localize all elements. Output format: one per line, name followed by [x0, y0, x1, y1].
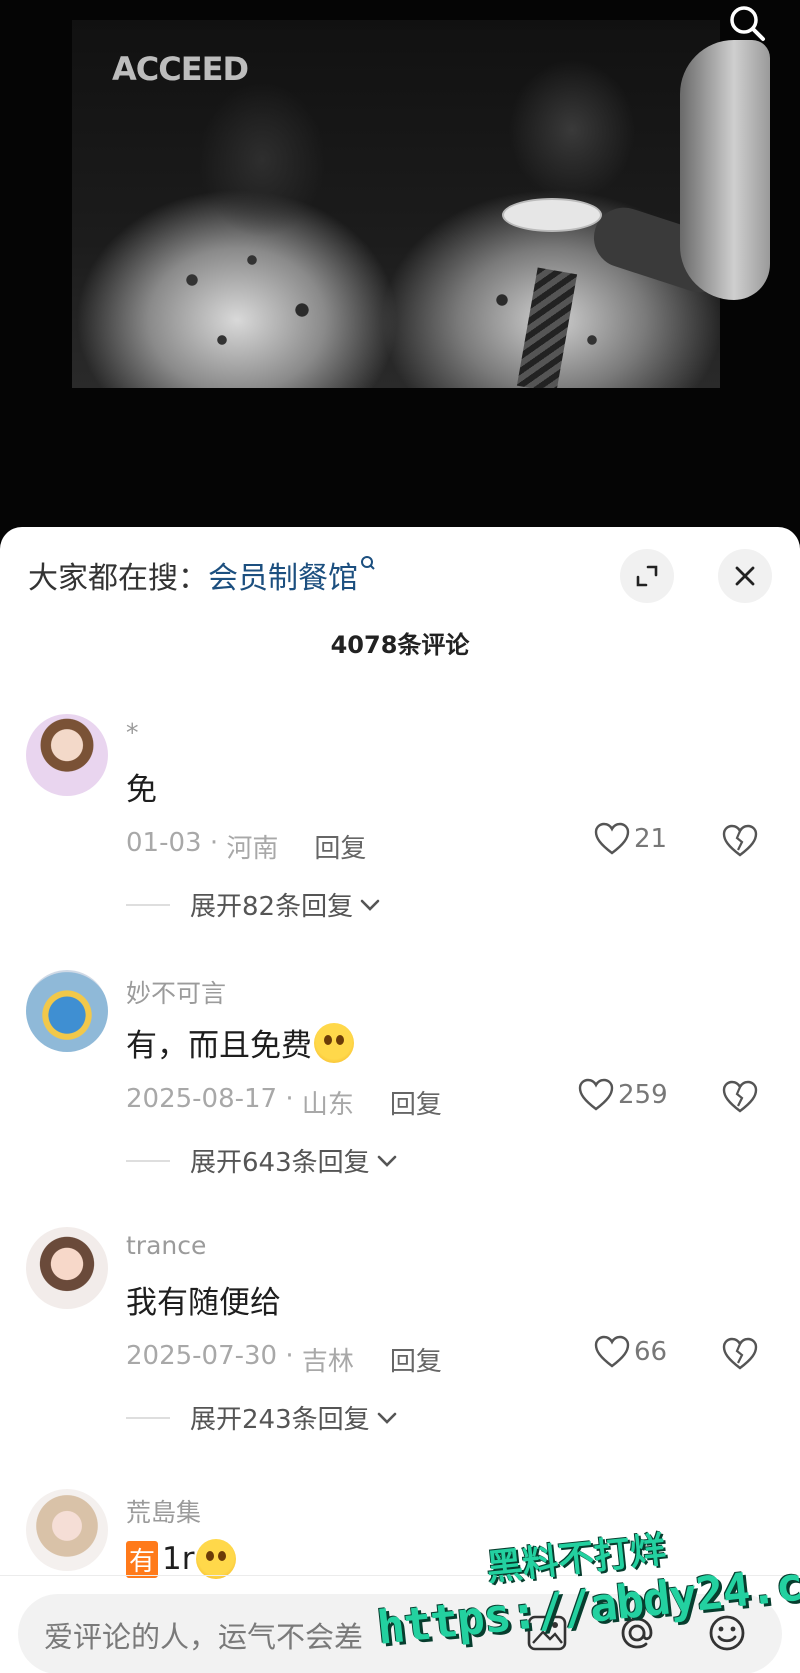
comment-text-body: 1r: [162, 1541, 195, 1577]
surprised-emoji-icon: [314, 1022, 354, 1063]
comment-input-placeholder: 爱评论的人，运气不会差: [44, 1620, 364, 1654]
emoji-face-icon: [709, 1615, 745, 1651]
mention-button[interactable]: [614, 1610, 660, 1656]
reply-button[interactable]: 回复: [314, 828, 366, 865]
dislike-button[interactable]: [722, 824, 758, 862]
close-icon: [735, 566, 755, 586]
comment-date: 2025-07-30: [126, 1341, 278, 1371]
comment-meta: 01-03 · 河南 回复: [126, 828, 366, 865]
expand-replies-label: 展开82条回复: [190, 892, 354, 922]
comment-item: 荒島集 有 1r: [0, 1489, 800, 1589]
broken-heart-icon: [722, 1337, 758, 1370]
heart-icon: [594, 822, 630, 855]
comment-sheet: 大家都在搜： 会员制餐馆 4078条评论 * 免 01-03 · 河南 回复 2…: [0, 527, 800, 1673]
comment-username[interactable]: 妙不可言: [126, 974, 226, 1010]
comment-location: 山东: [301, 1090, 354, 1120]
image-icon: [527, 1615, 567, 1651]
divider-line: [126, 903, 170, 906]
search-icon: [730, 6, 765, 41]
comment-username[interactable]: *: [126, 718, 139, 747]
image-button[interactable]: [524, 1610, 570, 1656]
search-button[interactable]: [720, 0, 774, 46]
chevron-down-icon: [377, 1412, 396, 1424]
hot-search-link[interactable]: 会员制餐馆: [208, 553, 358, 597]
meta-separator: ·: [277, 1341, 302, 1371]
like-button[interactable]: 21: [594, 822, 667, 856]
comment-item: * 免 01-03 · 河南 回复 21 展开82条回复: [0, 714, 800, 954]
like-button[interactable]: 259: [578, 1078, 668, 1112]
expand-icon: [636, 565, 658, 587]
avatar[interactable]: [26, 970, 108, 1052]
comment-location: 河南: [226, 834, 279, 864]
comment-username[interactable]: trance: [126, 1231, 206, 1260]
emoji-button[interactable]: [704, 1610, 750, 1656]
comment-item: trance 我有随便给 2025-07-30 · 吉林 回复 66 展开243…: [0, 1227, 800, 1467]
meta-separator: ·: [277, 1084, 302, 1114]
broken-heart-icon: [722, 1080, 758, 1113]
comment-date: 01-03: [126, 828, 202, 858]
chevron-down-icon: [360, 899, 380, 911]
avatar[interactable]: [26, 714, 108, 796]
comment-date: 2025-08-17: [126, 1084, 278, 1114]
comment-meta: 2025-07-30 · 吉林 回复: [126, 1341, 442, 1378]
meta-separator: ·: [201, 828, 227, 858]
reply-button[interactable]: 回复: [390, 1084, 442, 1121]
video-player[interactable]: ACCEED: [0, 0, 800, 540]
divider-line: [126, 1416, 170, 1419]
comment-meta: 2025-08-17 · 山东 回复: [126, 1084, 442, 1121]
comment-text-body: 我有随便给: [126, 1285, 281, 1321]
comment-count-title: 4078条评论: [330, 631, 470, 659]
expand-button[interactable]: [620, 549, 674, 603]
blush-emoji-icon: [196, 1539, 237, 1579]
close-button[interactable]: [718, 549, 772, 603]
heart-icon: [578, 1078, 614, 1111]
dislike-button[interactable]: [722, 1080, 758, 1118]
avatar[interactable]: [26, 1227, 108, 1309]
expand-replies-label: 展开243条回复: [190, 1405, 370, 1435]
divider-line: [126, 1159, 170, 1162]
expand-replies-button[interactable]: 展开82条回复: [126, 886, 381, 923]
video-logo: ACCEED: [112, 50, 249, 88]
like-button[interactable]: 66: [594, 1335, 667, 1369]
comment-text: 有，而且免费: [126, 1020, 354, 1065]
hot-search-bar: 大家都在搜： 会员制餐馆: [28, 553, 376, 597]
like-count: 66: [634, 1337, 668, 1367]
heart-icon: [594, 1335, 630, 1368]
comment-tag: 有: [126, 1540, 159, 1578]
at-icon: [621, 1617, 653, 1649]
comment-input[interactable]: 爱评论的人，运气不会差: [18, 1594, 782, 1673]
hot-search-link-icon: [360, 555, 376, 578]
comment-username[interactable]: 荒島集: [126, 1493, 201, 1529]
hot-search-prefix: 大家都在搜：: [28, 561, 208, 596]
avatar[interactable]: [26, 1489, 108, 1571]
comment-location: 吉林: [301, 1347, 354, 1377]
comment-text: 有 1r: [126, 1539, 237, 1579]
like-count: 259: [618, 1080, 668, 1110]
like-count: 21: [634, 824, 668, 854]
dislike-button[interactable]: [722, 1337, 758, 1375]
comment-text-body: 有，而且免费: [126, 1028, 312, 1064]
chevron-down-icon: [377, 1155, 396, 1167]
reply-button[interactable]: 回复: [390, 1341, 442, 1378]
comment-text-body: 免: [126, 772, 157, 808]
expand-replies-button[interactable]: 展开243条回复: [126, 1399, 398, 1436]
broken-heart-icon: [722, 824, 758, 857]
expand-replies-button[interactable]: 展开643条回复: [126, 1142, 398, 1179]
expand-replies-label: 展开643条回复: [190, 1148, 370, 1178]
comment-text: 我有随便给: [126, 1277, 281, 1322]
input-divider: [0, 1575, 800, 1576]
comment-text: 免: [126, 764, 157, 809]
video-foreground-shape: [680, 40, 770, 300]
comment-item: 妙不可言 有，而且免费 2025-08-17 · 山东 回复 259 展开643…: [0, 970, 800, 1210]
